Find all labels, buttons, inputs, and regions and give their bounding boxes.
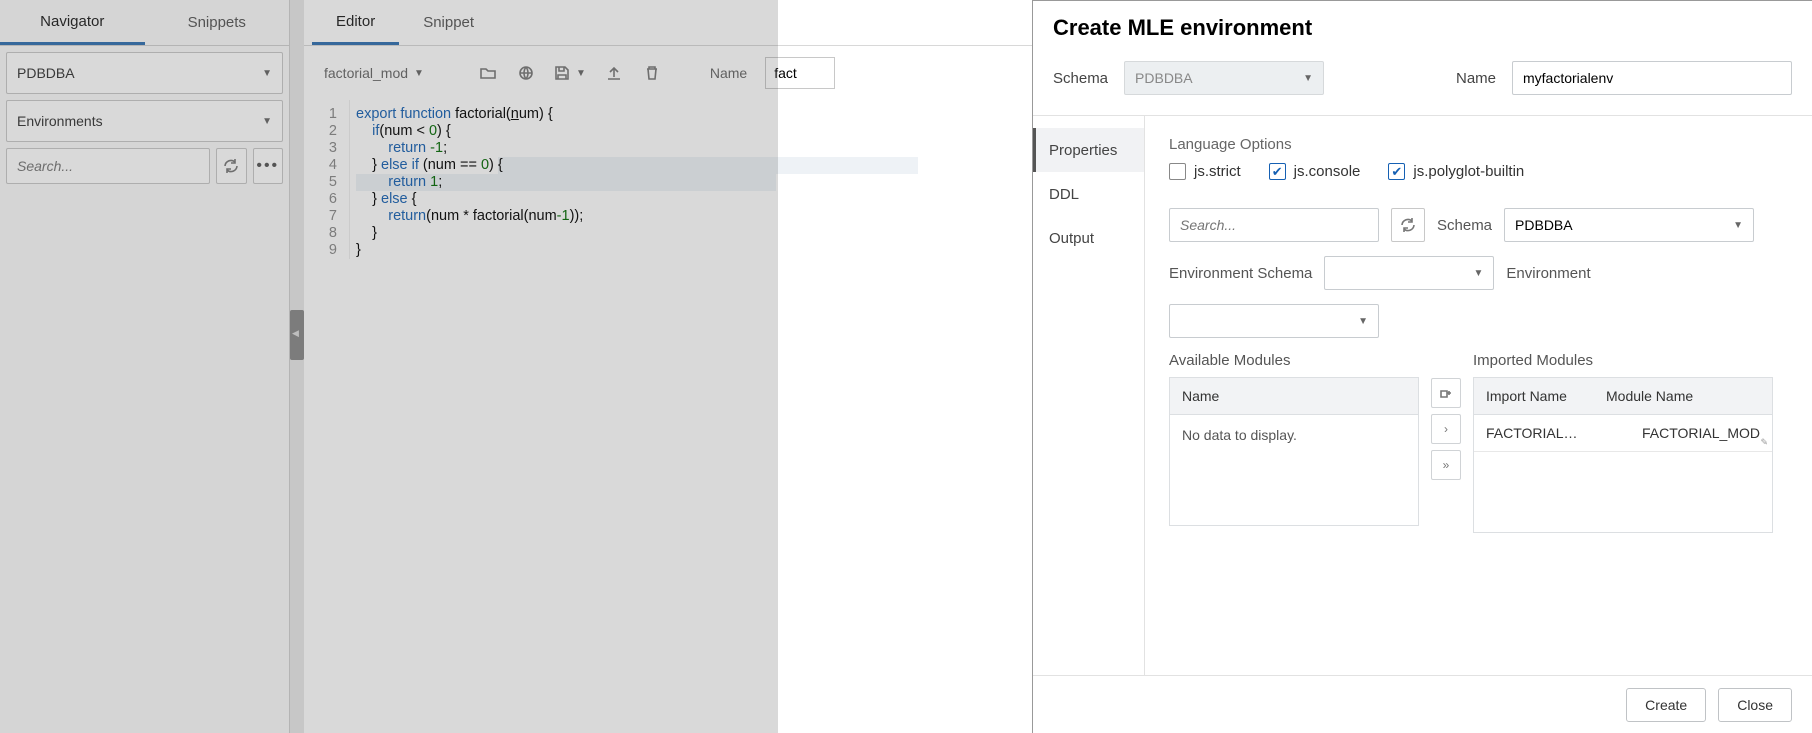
env-label: Environment <box>1506 265 1590 282</box>
chevron-down-icon: ▼ <box>1474 268 1484 279</box>
schema2-label: Schema <box>1437 217 1492 234</box>
save-button[interactable]: ▼ <box>554 65 586 81</box>
checkbox-icon <box>1169 163 1186 180</box>
refresh-icon <box>223 158 239 174</box>
tab-editor[interactable]: Editor <box>312 0 399 45</box>
chevron-down-icon: ▼ <box>262 68 272 79</box>
save-icon <box>554 65 570 81</box>
delete-button[interactable] <box>642 63 662 83</box>
trash-icon <box>644 65 660 81</box>
tab-snippets[interactable]: Snippets <box>145 0 290 45</box>
dialog-schema-value: PDBDBA <box>1135 70 1193 86</box>
col-name: Name <box>1170 378 1418 414</box>
chevron-down-icon: ▼ <box>576 68 586 79</box>
imported-modules-label: Imported Modules <box>1473 352 1773 369</box>
chevron-down-icon: ▼ <box>1303 73 1313 84</box>
checkbox-checked-icon: ✔ <box>1388 163 1405 180</box>
check-js-console[interactable]: ✔ js.console <box>1269 163 1361 180</box>
refresh-button[interactable] <box>216 148 247 184</box>
tab-output[interactable]: Output <box>1033 216 1144 260</box>
lang-options-label: Language Options <box>1169 136 1788 153</box>
shuttle-right-all-button[interactable]: » <box>1431 450 1461 480</box>
create-mle-env-dialog: Create MLE environment Schema PDBDBA ▼ N… <box>1032 0 1812 733</box>
gutter: 123456789 <box>304 100 350 259</box>
shuttle-add-button[interactable] <box>1431 378 1461 408</box>
group-select-value: Environments <box>17 113 103 129</box>
file-picker[interactable]: factorial_mod ▼ <box>324 65 424 81</box>
schema-select[interactable]: PDBDBA ▼ <box>6 52 283 94</box>
check-js-polyglot[interactable]: ✔ js.polyglot-builtin <box>1388 163 1524 180</box>
shuttle-right-button[interactable]: › <box>1431 414 1461 444</box>
dialog-name-input[interactable] <box>1512 61 1792 95</box>
dialog-schema-select[interactable]: PDBDBA ▼ <box>1124 61 1324 95</box>
globe-icon <box>518 65 534 81</box>
schema-label: Schema <box>1053 70 1108 87</box>
env-select[interactable]: ▼ <box>1169 304 1379 338</box>
group-select[interactable]: Environments ▼ <box>6 100 283 142</box>
dialog-title: Create MLE environment <box>1033 1 1812 51</box>
schema2-select[interactable]: PDBDBA ▼ <box>1504 208 1754 242</box>
upload-icon <box>606 65 622 81</box>
more-icon: ••• <box>256 157 279 175</box>
code-body[interactable]: export function factorial(num) { if(num … <box>350 100 918 259</box>
available-modules-grid: Name No data to display. <box>1169 377 1419 526</box>
module-search-input[interactable] <box>1169 208 1379 242</box>
folder-icon <box>480 65 496 81</box>
upload-button[interactable] <box>604 63 624 83</box>
col-module-name: Module Name <box>1594 378 1772 414</box>
splitter[interactable] <box>290 0 304 733</box>
checkbox-checked-icon: ✔ <box>1269 163 1286 180</box>
tab-properties[interactable]: Properties <box>1033 128 1144 172</box>
cell-module-name: FACTORIAL_MOD✎ <box>1594 415 1772 451</box>
chevron-down-icon: ▼ <box>1733 220 1743 231</box>
splitter-handle[interactable] <box>290 310 304 360</box>
check-js-strict[interactable]: js.strict <box>1169 163 1241 180</box>
available-modules-label: Available Modules <box>1169 352 1419 369</box>
chevron-down-icon: ▼ <box>1358 316 1368 327</box>
dialog-name-label: Name <box>1456 70 1496 87</box>
name-label: Name <box>710 65 747 81</box>
compile-button[interactable] <box>516 63 536 83</box>
env-schema-label: Environment Schema <box>1169 265 1312 282</box>
cell-import-name: FACTORIAL_M... <box>1474 415 1594 451</box>
close-button[interactable]: Close <box>1718 688 1792 722</box>
col-import-name: Import Name <box>1474 378 1594 414</box>
available-empty: No data to display. <box>1170 415 1418 525</box>
chevron-down-icon: ▼ <box>414 68 424 79</box>
tab-snippet[interactable]: Snippet <box>399 0 498 45</box>
more-button[interactable]: ••• <box>253 148 284 184</box>
schema-select-value: PDBDBA <box>17 65 75 81</box>
name-field[interactable] <box>765 57 835 89</box>
imported-modules-grid: Import Name Module Name FACTORIAL_M... F… <box>1473 377 1773 533</box>
file-name: factorial_mod <box>324 65 408 81</box>
env-schema-select[interactable]: ▼ <box>1324 256 1494 290</box>
create-button[interactable]: Create <box>1626 688 1706 722</box>
tab-navigator[interactable]: Navigator <box>0 0 145 45</box>
refresh-icon <box>1400 217 1416 233</box>
add-icon <box>1438 385 1454 401</box>
tab-ddl[interactable]: DDL <box>1033 172 1144 216</box>
module-refresh-button[interactable] <box>1391 208 1425 242</box>
open-button[interactable] <box>478 63 498 83</box>
table-row[interactable]: FACTORIAL_M... FACTORIAL_MOD✎ <box>1474 415 1772 452</box>
search-input[interactable] <box>6 148 210 184</box>
edit-icon: ✎ <box>1760 437 1768 448</box>
chevron-down-icon: ▼ <box>262 116 272 127</box>
